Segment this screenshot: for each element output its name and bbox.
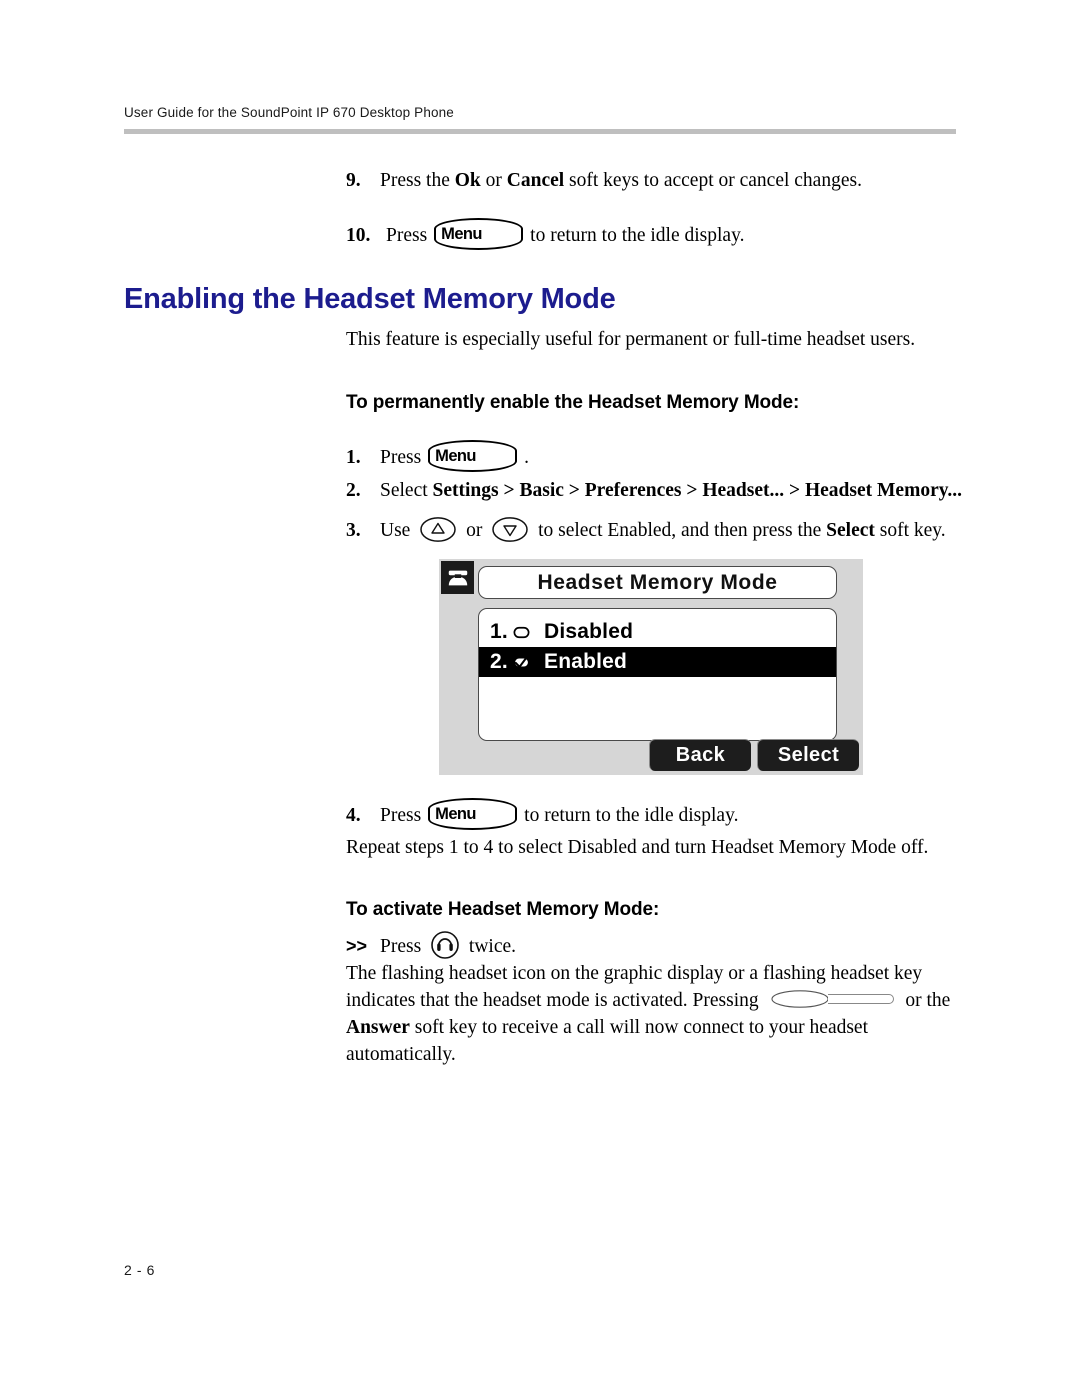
step-4-text-after: to return to the idle display.: [524, 805, 739, 826]
step-2-text: Select Settings > Basic > Preferences > …: [380, 478, 962, 504]
closing-line-4: automatically.: [346, 1044, 456, 1065]
bullet-text-after: twice.: [468, 936, 517, 957]
step-2-lead: Select: [380, 480, 433, 501]
step-9-bold-ok: Ok: [454, 170, 481, 191]
softkey-select[interactable]: Select: [757, 739, 859, 771]
step-3-mid: to select Enabled, and then press the: [538, 520, 827, 541]
down-arrow-key-icon: [491, 516, 529, 543]
step-4-text-before: Press: [380, 805, 422, 826]
up-arrow-key-svg: [420, 517, 456, 542]
headset-key-icon: [430, 930, 460, 960]
line-key-icon: [770, 989, 895, 1009]
section-heading: Enabling the Headset Memory Mode: [124, 283, 616, 315]
page-footer: 2 - 6: [124, 1262, 156, 1278]
closing-paragraph: The flashing headset icon on the graphic…: [346, 960, 966, 1068]
section-intro: This feature is especially useful for pe…: [346, 329, 916, 350]
menu-key-icon: Menu: [428, 440, 518, 472]
subheading-activate: To activate Headset Memory Mode:: [346, 899, 660, 920]
step-2-number: 2.: [346, 480, 361, 501]
document-page: User Guide for the SoundPoint IP 670 Des…: [0, 0, 1080, 1397]
step-3: 3. Use or to select Enabled, and then pr…: [346, 516, 946, 544]
closing-bold-answer: Answer: [346, 1017, 410, 1038]
step-9-text: Press the Ok or Cancel soft keys to acce…: [380, 168, 862, 194]
step-1: 1. Press Menu.: [346, 440, 529, 472]
bullet-marker: >>: [346, 936, 368, 956]
lcd-list-item-disabled[interactable]: 1. Disabled: [479, 617, 836, 647]
headset-key-glyph: [431, 931, 459, 959]
checkbox-checked-glyph: [513, 653, 530, 668]
step-3-bold-select: Select: [826, 520, 875, 541]
checkbox-unchecked-icon: [512, 623, 538, 642]
header-rule: [124, 129, 956, 134]
checkbox-checked-icon: [512, 653, 538, 672]
lcd-item-index: 2.: [490, 650, 508, 673]
step-2: 2. Select Settings > Basic > Preferences…: [346, 478, 962, 504]
lcd-softkey-bar: Back Select: [649, 739, 859, 771]
lcd-item-label: Enabled: [544, 650, 628, 673]
bullet-text-before: Press: [380, 936, 422, 957]
lcd-list-panel: 1. Disabled 2. Enabled: [478, 608, 837, 741]
phone-handset-glyph: [448, 570, 467, 585]
step-3-or: or: [466, 520, 483, 541]
menu-key-label: Menu: [435, 804, 476, 823]
step-10: 10. Press Menu to return to the idle displ…: [346, 218, 744, 250]
line-key-glyph: [770, 990, 894, 1008]
activate-bullet-text: Press twice.: [380, 930, 516, 960]
step-2-menu-path: Settings > Basic > Preferences > Headset…: [432, 480, 963, 501]
menu-key-label: Menu: [435, 446, 476, 465]
lcd-item-label: Disabled: [544, 620, 634, 643]
step-9-bold-cancel: Cancel: [506, 170, 565, 191]
step-1-text-after: .: [524, 447, 530, 468]
down-arrow-key-svg: [492, 517, 528, 542]
step-1-number: 1.: [346, 447, 361, 468]
softkey-back[interactable]: Back: [649, 739, 751, 771]
lcd-item-index: 1.: [490, 620, 508, 643]
menu-key-label: Menu: [441, 224, 482, 243]
step-10-text: Press Menu to return to the idle display.: [386, 218, 744, 250]
closing-line-3: Answer soft key to receive a call will n…: [346, 1014, 966, 1041]
checkbox-unchecked-glyph: [513, 626, 530, 638]
step-9-mid: or: [480, 170, 507, 191]
step-10-text-after: to return to the idle display.: [530, 225, 745, 246]
phone-handset-icon: [441, 561, 474, 594]
closing-line-2: indicates that the headset mode is activ…: [346, 987, 966, 1014]
step-9-number: 9.: [346, 170, 361, 191]
step-1-text: Press Menu.: [380, 440, 529, 472]
phone-lcd-screenshot: Headset Memory Mode 1. Disabled 2. Enabl…: [439, 559, 863, 775]
closing-line-2-before: indicates that the headset mode is activ…: [346, 990, 759, 1011]
step-4-text: Press Menu to return to the idle display.: [380, 798, 738, 830]
step-4: 4. Press Menu to return to the idle displa…: [346, 798, 738, 830]
activate-bullet: >> Press twice.: [346, 930, 516, 960]
lcd-title-bar: Headset Memory Mode: [478, 566, 837, 599]
step-9-text-after: soft keys to accept or cancel changes.: [564, 170, 862, 191]
menu-key-icon: Menu: [434, 218, 524, 250]
step-9-text-before: Press the: [380, 170, 455, 191]
up-arrow-key-icon: [419, 516, 457, 543]
repeat-note: Repeat steps 1 to 4 to select Disabled a…: [346, 837, 929, 858]
step-9: 9. Press the Ok or Cancel soft keys to a…: [346, 168, 862, 194]
lcd-list-item-enabled[interactable]: 2. Enabled: [479, 647, 836, 677]
step-10-number: 10.: [346, 225, 371, 246]
step-4-number: 4.: [346, 805, 361, 826]
step-3-text: Use or to select Enabled, and then press…: [380, 516, 946, 544]
closing-line-3-after: soft key to receive a call will now conn…: [409, 1017, 869, 1038]
step-3-tail: soft key.: [874, 520, 946, 541]
closing-line-1: The flashing headset icon on the graphic…: [346, 963, 923, 984]
closing-line-2-after: or the: [905, 990, 951, 1011]
step-1-text-before: Press: [380, 447, 422, 468]
menu-key-icon: Menu: [428, 798, 518, 830]
step-3-number: 3.: [346, 520, 361, 541]
subheading-permanently-enable: To permanently enable the Headset Memory…: [346, 392, 800, 413]
step-3-lead: Use: [380, 520, 411, 541]
step-10-text-before: Press: [386, 225, 428, 246]
running-header: User Guide for the SoundPoint IP 670 Des…: [124, 105, 454, 120]
lcd-title: Headset Memory Mode: [537, 570, 778, 594]
